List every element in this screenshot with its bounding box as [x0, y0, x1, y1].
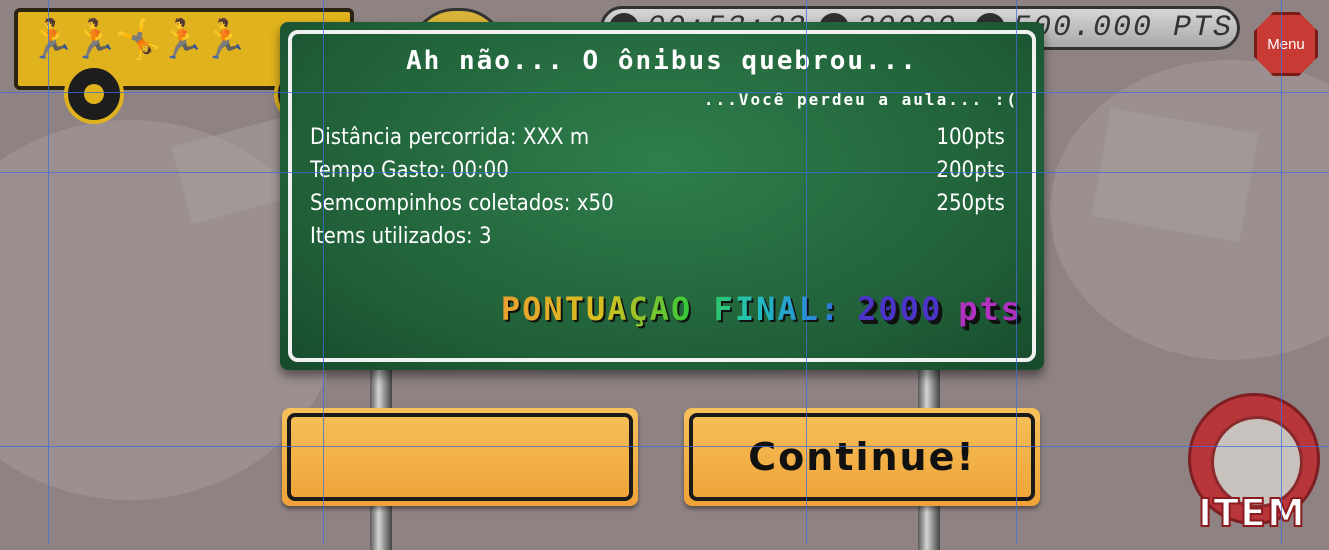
sign-title: Ah não... O ônibus quebrou... — [406, 46, 918, 76]
item-button-label: ITEM — [1197, 490, 1306, 536]
stat-points: 100pts — [936, 124, 1005, 150]
final-score-label: PONTUAÇAO FINAL: — [500, 290, 842, 328]
stat-label: Distância percorrida: XXX m — [310, 124, 590, 150]
guide-line — [48, 0, 49, 544]
game-over-sign: Ah não... O ônibus quebrou... ...Você pe… — [280, 22, 1044, 370]
stat-row-time: Tempo Gasto: 00:00 200pts — [310, 155, 1005, 185]
stat-points: 250pts — [936, 190, 1005, 216]
hud-score-value: 500.000 PTS — [1013, 11, 1234, 45]
guide-line — [323, 0, 324, 544]
guide-line — [1016, 0, 1017, 544]
guide-line — [0, 446, 1329, 447]
continue-button-frame: Continue! — [689, 413, 1035, 501]
guide-line — [806, 0, 807, 544]
menu-button-label: Menu — [1267, 35, 1305, 53]
stat-label: Semcompinhos coletados: x50 — [310, 190, 614, 216]
guide-line — [0, 92, 1329, 93]
continue-button-label: Continue! — [748, 435, 976, 479]
passengers-icon: 🏃🏃🤸🏃🏃 — [28, 19, 249, 61]
stat-row-distance: Distância percorrida: XXX m 100pts — [310, 122, 1005, 152]
final-score-value: 2000 — [857, 290, 943, 328]
left-action-button[interactable] — [282, 408, 638, 506]
stat-row-items: Items utilizados: 3 — [310, 221, 951, 251]
final-score: PONTUAÇAO FINAL: 2000 pts — [501, 290, 1022, 328]
final-score-unit: pts — [958, 290, 1022, 328]
bus-wheel-icon — [64, 64, 124, 124]
stat-row-collectibles: Semcompinhos coletados: x50 250pts — [310, 188, 1005, 218]
stat-points: 200pts — [936, 157, 1005, 183]
guide-line — [0, 172, 1329, 173]
stat-label: Tempo Gasto: 00:00 — [310, 157, 509, 183]
stat-label: Items utilizados: 3 — [310, 223, 492, 249]
guide-line — [1281, 0, 1282, 544]
continue-button[interactable]: Continue! — [684, 408, 1040, 506]
item-button[interactable]: ITEM — [1188, 393, 1328, 543]
left-action-button-frame — [287, 413, 633, 501]
